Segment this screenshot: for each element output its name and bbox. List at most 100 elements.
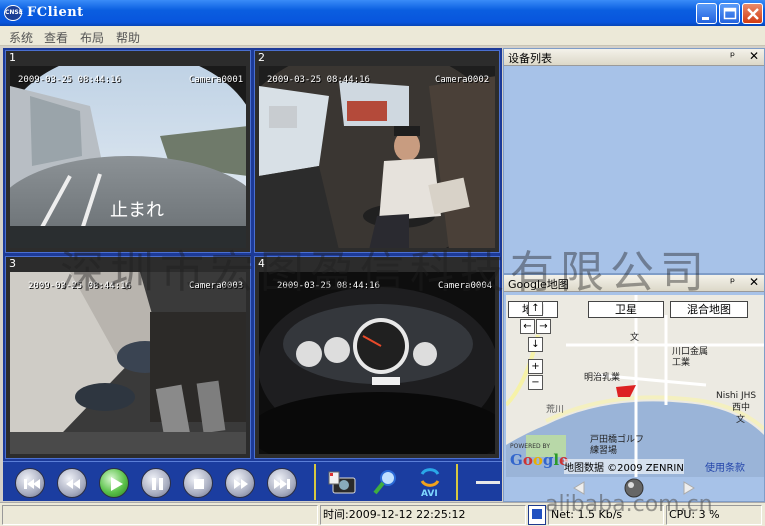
- map-label-river: 荒川: [546, 405, 565, 415]
- toolbar-separator: [456, 464, 458, 500]
- pan-up-button[interactable]: ↑: [528, 301, 543, 316]
- map-label-school-2: 文: [736, 415, 746, 425]
- map-control-bar: [506, 477, 764, 499]
- menu-bar: 系统 查看 布局 帮助: [0, 26, 765, 46]
- toolbar-separator: [314, 464, 316, 500]
- pause-icon: [152, 478, 163, 490]
- pan-right-button[interactable]: →: [536, 319, 551, 334]
- volume-slider[interactable]: [476, 481, 500, 484]
- menu-help[interactable]: 帮助: [116, 29, 140, 46]
- map-type-hybrid[interactable]: 混合地图: [670, 301, 748, 318]
- status-cpu: CPU: 3 %: [666, 505, 762, 525]
- zoom-in-button[interactable]: +: [528, 359, 543, 374]
- camera-timestamp: 2009-03-25 08:44:16: [267, 75, 370, 85]
- status-net: Net: 1.5 Kb/s: [548, 505, 664, 525]
- terms-link[interactable]: 使用条款: [705, 459, 745, 474]
- map-label-nishinaka: 西中: [732, 403, 751, 413]
- menu-system[interactable]: 系统: [9, 29, 33, 46]
- status-indicator-icon: [528, 505, 546, 525]
- menu-layout[interactable]: 布局: [80, 29, 104, 46]
- feed-image-pedals: [10, 272, 246, 454]
- map-label-school: 文: [630, 333, 640, 343]
- pin-icon[interactable]: ᵖ: [730, 49, 735, 63]
- menu-view[interactable]: 查看: [44, 29, 68, 46]
- close-icon: [747, 8, 759, 20]
- cell-number: 3: [9, 257, 16, 270]
- status-time: 时间:2009-12-12 22:25:12: [320, 505, 526, 525]
- device-tree[interactable]: [504, 66, 764, 273]
- skip-to-start-icon: [24, 479, 40, 489]
- avi-label: AVI: [421, 489, 438, 498]
- camera-feed: 止まれ: [10, 66, 246, 248]
- skip-to-end-button[interactable]: [267, 468, 297, 498]
- video-cell-1[interactable]: 1 止まれ 2009-03-25 08:44:16 Camera0001: [5, 50, 251, 253]
- road-marking-text: 止まれ: [110, 200, 164, 221]
- search-icon: [373, 470, 396, 495]
- fast-forward-button[interactable]: [225, 468, 255, 498]
- google-map-panel: Google地图 ᵖ ✕ 地图 卫星 混合地图 ↑ ← → ↓ + − 文 川口…: [503, 274, 765, 502]
- video-cell-2[interactable]: 2 2009-03-25 08:44:16 Camera0002: [254, 50, 500, 253]
- zoom-out-button[interactable]: −: [528, 375, 543, 390]
- camera-name: Camera0003: [189, 281, 244, 291]
- device-list-panel: 设备列表 ᵖ ✕: [503, 48, 765, 274]
- google-logo: Google: [510, 451, 569, 469]
- stop-button[interactable]: [183, 468, 213, 498]
- minimize-icon: [702, 17, 709, 20]
- camera-timestamp: 2009-03-25 08:44:16: [277, 281, 380, 291]
- camera-timestamp: 2009-03-25 08:44:16: [18, 75, 121, 85]
- fast-forward-icon: [234, 479, 248, 489]
- snapshot-button[interactable]: [325, 466, 359, 498]
- video-cell-3[interactable]: 3 2009-03-25 08:44:16 Camera0003: [5, 256, 251, 459]
- video-cell-4[interactable]: 4 2009-03-25 08:44:16 Camera0004: [254, 256, 500, 459]
- close-icon[interactable]: ✕: [749, 49, 759, 63]
- map-view[interactable]: 地图 卫星 混合地图 ↑ ← → ↓ + − 文 川口金属 工業 明治乳業 Ni…: [506, 295, 764, 477]
- map-label-golf: 戸田橋ゴルフ 練習場: [590, 435, 645, 456]
- skip-to-end-icon: [274, 479, 290, 489]
- camera-feed: [259, 66, 495, 248]
- panel-title: Google地图: [508, 278, 569, 291]
- camera-snapshot-icon: [328, 471, 356, 494]
- app-logo-icon: CNSE: [4, 5, 23, 21]
- maximize-button[interactable]: [719, 3, 740, 24]
- search-button[interactable]: [369, 466, 403, 498]
- panel-header: Google地图 ᵖ ✕: [504, 275, 764, 292]
- camera-name: Camera0002: [435, 75, 490, 85]
- maximize-icon: [723, 7, 737, 20]
- pan-down-button[interactable]: ↓: [528, 337, 543, 352]
- cell-number: 4: [258, 257, 265, 270]
- map-type-satellite[interactable]: 卫星: [588, 301, 664, 318]
- cell-number: 1: [9, 51, 16, 64]
- center-knob-icon: [624, 478, 644, 498]
- close-button[interactable]: [742, 3, 763, 24]
- close-icon[interactable]: ✕: [749, 275, 759, 289]
- stop-icon: [194, 479, 204, 489]
- title-bar: CNSE FClient: [0, 0, 765, 26]
- map-label-kawaguchi: 川口金属 工業: [672, 347, 709, 368]
- window-title: FClient: [27, 5, 84, 20]
- map-label-meiji: 明治乳業: [584, 373, 621, 383]
- map-copyright: 地图数据 ©2009 ZENRIN: [564, 459, 684, 474]
- play-button[interactable]: [99, 468, 129, 498]
- feed-image-driver: [259, 66, 495, 248]
- play-icon: [111, 477, 123, 491]
- pan-left-button[interactable]: ←: [520, 319, 535, 334]
- camera-feed: [259, 272, 495, 454]
- minimize-button[interactable]: [696, 3, 717, 24]
- pin-icon[interactable]: ᵖ: [730, 275, 735, 289]
- arrow-left-icon: [573, 481, 585, 495]
- map-control-icons: [573, 478, 695, 498]
- powered-by-text: POWERED BY: [510, 443, 551, 450]
- camera-name: Camera0004: [438, 281, 493, 291]
- rewind-button[interactable]: [57, 468, 87, 498]
- panel-header: 设备列表 ᵖ ✕: [504, 49, 764, 66]
- cell-number: 2: [258, 51, 265, 64]
- status-empty-pane: [2, 505, 318, 525]
- record-avi-icon: AVI: [420, 468, 440, 499]
- pause-button[interactable]: [141, 468, 171, 498]
- camera-name: Camera0001: [189, 75, 244, 85]
- camera-timestamp: 2009-03-25 08:44:16: [28, 281, 131, 291]
- record-avi-button[interactable]: AVI: [413, 466, 447, 499]
- skip-to-start-button[interactable]: [15, 468, 45, 498]
- rewind-icon: [66, 479, 80, 489]
- map-label-nishi: Nishi JHS: [716, 391, 757, 401]
